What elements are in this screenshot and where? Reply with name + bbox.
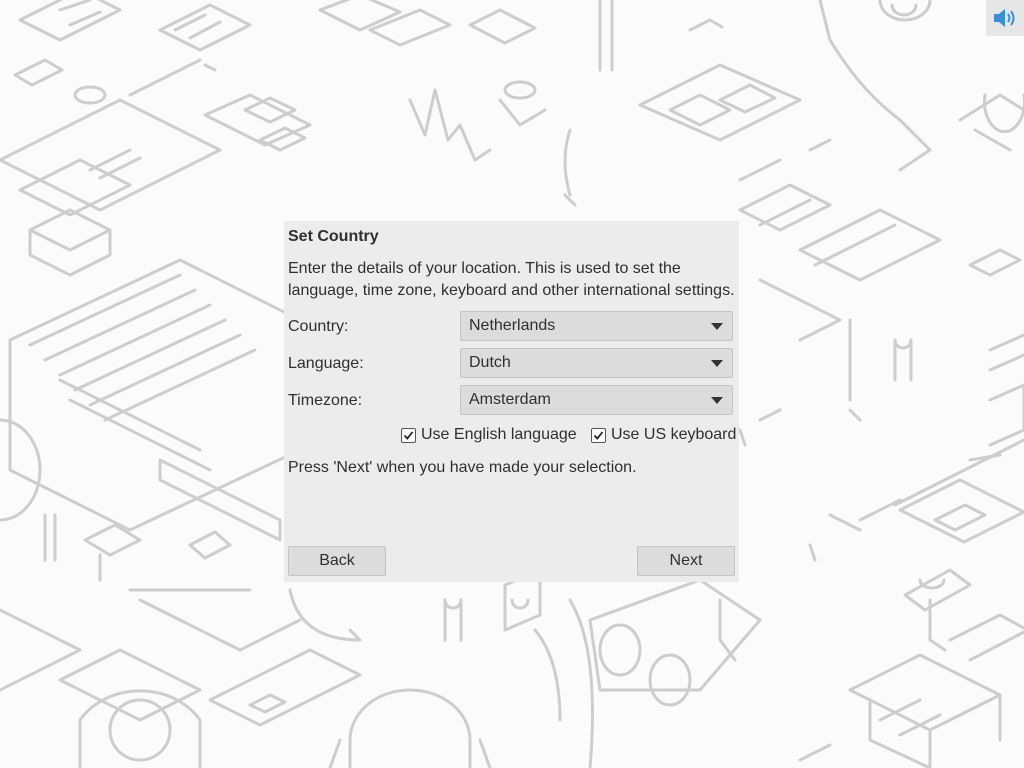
country-dropdown[interactable]: Netherlands — [460, 311, 733, 341]
use-english-checkbox[interactable]: Use English language — [401, 426, 577, 444]
country-value: Netherlands — [469, 317, 556, 334]
timezone-dropdown[interactable]: Amsterdam — [460, 385, 733, 415]
dialog-description: Enter the details of your location. This… — [288, 260, 735, 299]
checkmark-icon — [591, 427, 606, 443]
language-value: Dutch — [469, 354, 511, 371]
dropdown-arrow-icon — [711, 323, 723, 330]
dropdown-arrow-icon — [711, 360, 723, 367]
dialog-title: Set Country — [288, 228, 379, 245]
timezone-label: Timezone: — [288, 392, 363, 409]
timezone-value: Amsterdam — [469, 391, 551, 408]
back-button[interactable]: Back — [288, 546, 386, 576]
language-label: Language: — [288, 355, 364, 372]
next-button[interactable]: Next — [637, 546, 735, 576]
use-english-label: Use English language — [421, 426, 577, 443]
checkmark-icon — [401, 427, 416, 443]
country-label: Country: — [288, 318, 349, 335]
use-us-keyboard-label: Use US keyboard — [611, 426, 737, 443]
selection-hint: Press 'Next' when you have made your sel… — [288, 459, 637, 476]
speaker-volume-icon — [994, 9, 1015, 27]
dropdown-arrow-icon — [711, 397, 723, 404]
volume-button[interactable] — [986, 0, 1024, 36]
use-us-keyboard-checkbox[interactable]: Use US keyboard — [591, 426, 736, 444]
language-dropdown[interactable]: Dutch — [460, 348, 733, 378]
set-country-dialog: Set Country Enter the details of your lo… — [284, 221, 739, 582]
